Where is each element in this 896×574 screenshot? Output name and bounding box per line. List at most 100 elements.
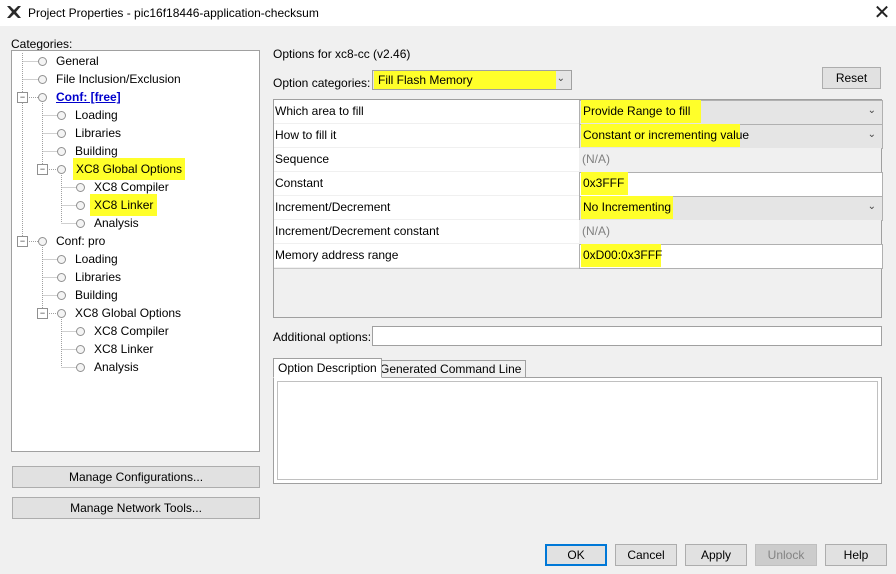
increment-decrement-select[interactable]: No Incrementing ⌄ [579, 196, 883, 221]
property-row: Increment/Decrement No Incrementing ⌄ [274, 196, 883, 221]
property-name: Which area to fill [274, 100, 580, 123]
sequence-value: (N/A) [579, 148, 881, 171]
categories-tree[interactable]: General File Inclusion/Exclusion − Conf:… [11, 50, 260, 452]
collapse-icon[interactable]: − [37, 308, 48, 319]
tree-item-label: Loading [75, 108, 118, 122]
tree-item-conf-pro[interactable]: − Conf: pro [12, 232, 212, 250]
tree-item-label: XC8 Linker [94, 342, 154, 356]
additional-options-label: Additional options: [273, 330, 372, 344]
tree-item-label: XC8 Global Options [73, 158, 186, 180]
property-name: Constant [274, 172, 580, 195]
ok-button[interactable]: OK [545, 544, 607, 566]
tree-item-analysis[interactable]: Analysis [12, 214, 212, 232]
tree-node-icon [76, 363, 85, 372]
tree-item-label: XC8 Compiler [94, 324, 169, 338]
tree-item-label: XC8 Linker [90, 194, 158, 216]
tree-node-icon [76, 183, 85, 192]
apply-button[interactable]: Apply [685, 544, 747, 566]
how-to-fill-select[interactable]: Constant or incrementing value ⌄ [579, 124, 883, 149]
property-value: Provide Range to fill [581, 100, 701, 123]
tree-node-icon [38, 93, 47, 102]
tree-node-icon [57, 165, 66, 174]
tree-item-xc8-linker[interactable]: XC8 Linker [12, 340, 212, 358]
option-categories-select[interactable]: Fill Flash Memory ⌄ [372, 70, 572, 90]
tree-item-conf-free[interactable]: − Conf: [free] [12, 88, 212, 106]
property-value: 0xD00:0x3FFF [581, 244, 662, 267]
property-name: How to fill it [274, 124, 580, 147]
property-value: (N/A) [582, 152, 610, 166]
categories-label: Categories: [11, 37, 73, 51]
option-description-area [277, 381, 878, 480]
property-name: Increment/Decrement constant [274, 220, 580, 243]
property-row: Memory address range 0xD00:0x3FFF [274, 244, 883, 269]
chevron-down-icon: ⌄ [556, 73, 565, 84]
tree-node-icon [76, 219, 85, 228]
tree-node-icon [57, 291, 66, 300]
property-value: 0x3FFF [581, 172, 628, 195]
close-icon[interactable]: ✕ [868, 0, 896, 26]
property-row: Increment/Decrement constant (N/A) [274, 220, 881, 245]
tree-item-label: Analysis [94, 360, 139, 374]
property-value: Constant or incrementing value [581, 124, 749, 147]
tree-item-general[interactable]: General [12, 52, 212, 70]
tree-item-label: Libraries [75, 126, 122, 140]
increment-constant-value: (N/A) [579, 220, 881, 243]
chevron-down-icon: ⌄ [867, 105, 876, 116]
tree-item-label: Analysis [94, 216, 139, 230]
tree-item-label: XC8 Global Options [75, 306, 182, 320]
unlock-button: Unlock [755, 544, 817, 566]
tree-node-icon [76, 327, 85, 336]
tree-item-building[interactable]: Building [12, 286, 212, 304]
tree-item-label: Conf: [free] [56, 90, 121, 104]
help-button[interactable]: Help [825, 544, 887, 566]
tree-item-xc8-linker[interactable]: XC8 Linker [12, 194, 212, 216]
collapse-icon[interactable]: − [17, 236, 28, 247]
tree-node-icon [57, 129, 66, 138]
memory-address-range-input[interactable]: 0xD00:0x3FFF [579, 244, 883, 269]
property-name: Memory address range [274, 244, 580, 267]
tree-item-xc8-global-options[interactable]: − XC8 Global Options [12, 304, 212, 322]
tree-item-label: Building [75, 288, 118, 302]
option-categories-value: Fill Flash Memory [374, 71, 556, 89]
constant-input[interactable]: 0x3FFF [579, 172, 883, 197]
tree-node-icon [57, 309, 66, 318]
collapse-icon[interactable]: − [37, 164, 48, 175]
collapse-icon[interactable]: − [17, 92, 28, 103]
tree-item-file-inclusion[interactable]: File Inclusion/Exclusion [12, 70, 212, 88]
property-name: Sequence [274, 148, 580, 171]
cancel-button[interactable]: Cancel [615, 544, 677, 566]
property-value: (N/A) [582, 224, 610, 238]
tree-node-icon [76, 345, 85, 354]
chevron-down-icon: ⌄ [867, 201, 876, 212]
tree-node-icon [38, 57, 47, 66]
manage-configurations-button[interactable]: Manage Configurations... [12, 466, 260, 488]
tree-item-label: Loading [75, 252, 118, 266]
additional-options-input[interactable] [372, 326, 882, 346]
property-value: No Incrementing [581, 196, 673, 219]
manage-network-tools-button[interactable]: Manage Network Tools... [12, 497, 260, 519]
window-title: Project Properties - pic16f18446-applica… [28, 6, 319, 20]
option-categories-label: Option categories: [273, 76, 371, 90]
tree-item-xc8-global-options[interactable]: − XC8 Global Options [12, 158, 212, 180]
tree-node-icon [38, 237, 47, 246]
tree-item-label: File Inclusion/Exclusion [56, 72, 181, 86]
property-row: Which area to fill Provide Range to fill… [274, 100, 883, 125]
tree-item-loading[interactable]: Loading [12, 106, 212, 124]
reset-button[interactable]: Reset [822, 67, 881, 89]
mplab-x-icon [7, 6, 21, 18]
tab-option-description[interactable]: Option Description [273, 358, 382, 378]
options-for-label: Options for xc8-cc (v2.46) [273, 47, 411, 61]
tree-node-icon [57, 111, 66, 120]
property-row: Sequence (N/A) [274, 148, 881, 173]
tab-generated-command-line[interactable]: Generated Command Line [375, 360, 527, 378]
tree-item-analysis[interactable]: Analysis [12, 358, 212, 376]
tree-item-label: Libraries [75, 270, 122, 284]
tree-item-libraries[interactable]: Libraries [12, 268, 212, 286]
tree-node-icon [57, 255, 66, 264]
tree-item-label: General [56, 54, 99, 68]
tree-item-libraries[interactable]: Libraries [12, 124, 212, 142]
tree-node-icon [57, 273, 66, 282]
tree-item-loading[interactable]: Loading [12, 250, 212, 268]
tree-item-xc8-compiler[interactable]: XC8 Compiler [12, 322, 212, 340]
which-area-select[interactable]: Provide Range to fill ⌄ [579, 100, 883, 125]
